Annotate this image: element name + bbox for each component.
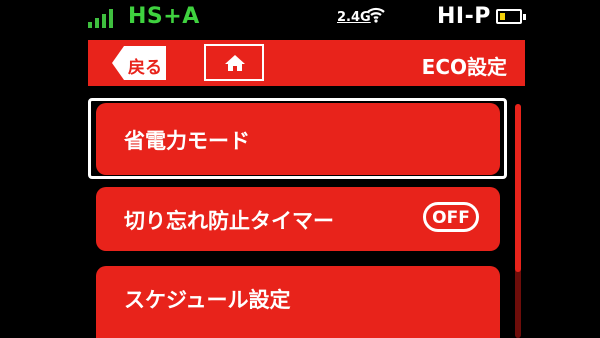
back-button-label: 戻る: [128, 58, 162, 78]
timer-toggle[interactable]: OFF: [423, 202, 479, 232]
page-title: ECO設定: [421, 55, 507, 79]
signal-bars-icon: [88, 8, 113, 28]
toggle-state: OFF: [432, 208, 470, 228]
status-bar: HS+A 2.4G HI-P: [0, 0, 600, 36]
menu-item-power-saving[interactable]: 省電力モード: [96, 103, 500, 175]
wifi-icon: [366, 4, 386, 28]
battery-icon: [496, 9, 526, 24]
menu-item-schedule[interactable]: スケジュール設定: [96, 266, 500, 338]
network-type: HS+A: [128, 4, 200, 29]
back-button[interactable]: 戻る: [112, 46, 166, 80]
header-bar: 戻る ECO設定: [88, 40, 525, 86]
scrollbar-thumb[interactable]: [515, 104, 521, 272]
home-button[interactable]: [204, 44, 264, 81]
battery-level: [500, 13, 505, 20]
menu-item-label: スケジュール設定: [124, 288, 291, 312]
menu-item-auto-off-timer[interactable]: 切り忘れ防止タイマー OFF: [96, 187, 500, 251]
menu-item-label: 省電力モード: [124, 129, 250, 153]
power-mode: HI-P: [437, 4, 491, 29]
home-icon: [225, 55, 245, 71]
menu-item-label: 切り忘れ防止タイマー: [124, 209, 334, 233]
